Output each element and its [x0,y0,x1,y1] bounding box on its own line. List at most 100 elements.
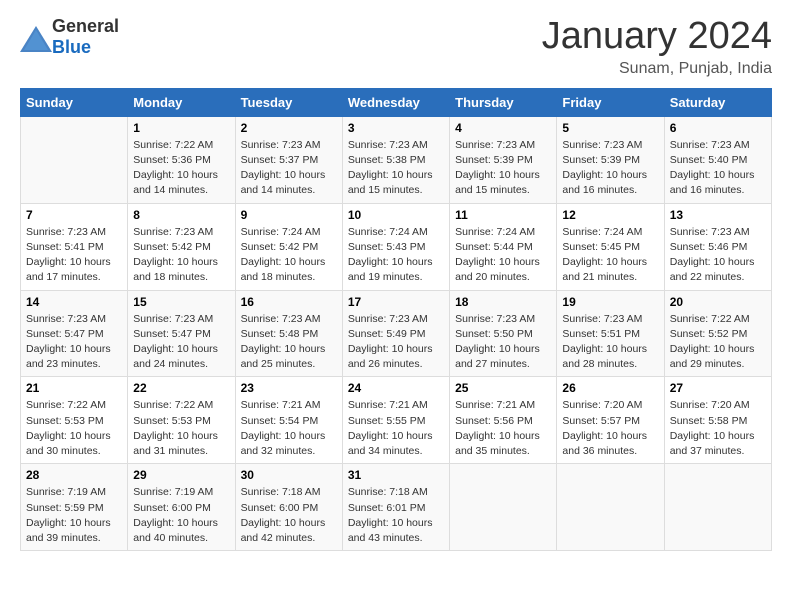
logo-icon [20,26,48,48]
day-info: Sunrise: 7:19 AMSunset: 5:59 PMDaylight:… [26,485,122,546]
day-number: 18 [455,295,551,309]
day-number: 25 [455,381,551,395]
calendar-cell: 18 Sunrise: 7:23 AMSunset: 5:50 PMDayligh… [450,290,557,377]
day-info: Sunrise: 7:24 AMSunset: 5:43 PMDaylight:… [348,225,444,286]
calendar-cell: 13Sunrise: 7:23 AMSunset: 5:46 PMDayligh… [664,203,771,290]
day-info: Sunrise: 7:23 AMSunset: 5:38 PMDaylight:… [348,138,444,199]
logo-general: General [52,16,119,36]
day-info: Sunrise: 7:20 AMSunset: 5:57 PMDaylight:… [562,398,658,459]
day-info: Sunrise: 7:23 AMSunset: 5:39 PMDaylight:… [455,138,551,199]
day-info: Sunrise: 7:18 AMSunset: 6:01 PMDaylight:… [348,485,444,546]
calendar-cell: 20 Sunrise: 7:22 AMSunset: 5:52 PMDayligh… [664,290,771,377]
week-row-1: 1 Sunrise: 7:22 AMSunset: 5:36 PMDaylight… [21,116,772,203]
day-info: Sunrise: 7:23 AMSunset: 5:51 PMDaylight:… [562,312,658,373]
calendar-cell: 11 Sunrise: 7:24 AMSunset: 5:44 PMDayligh… [450,203,557,290]
day-number: 13 [670,208,766,222]
calendar-cell: 12Sunrise: 7:24 AMSunset: 5:45 PMDayligh… [557,203,664,290]
week-row-4: 21 Sunrise: 7:22 AMSunset: 5:53 PMDayligh… [21,377,772,464]
day-number: 31 [348,468,444,482]
calendar-cell: 26 Sunrise: 7:20 AMSunset: 5:57 PMDayligh… [557,377,664,464]
day-number: 21 [26,381,122,395]
day-number: 22 [133,381,229,395]
day-info: Sunrise: 7:23 AMSunset: 5:41 PMDaylight:… [26,225,122,286]
day-info: Sunrise: 7:23 AMSunset: 5:47 PMDaylight:… [26,312,122,373]
weekday-header-wednesday: Wednesday [342,88,449,116]
day-number: 17 [348,295,444,309]
day-number: 27 [670,381,766,395]
calendar-cell: 24 Sunrise: 7:21 AMSunset: 5:55 PMDayligh… [342,377,449,464]
day-number: 4 [455,121,551,135]
day-number: 9 [241,208,337,222]
day-number: 26 [562,381,658,395]
day-info: Sunrise: 7:23 AMSunset: 5:39 PMDaylight:… [562,138,658,199]
day-info: Sunrise: 7:20 AMSunset: 5:58 PMDaylight:… [670,398,766,459]
day-number: 19 [562,295,658,309]
day-number: 5 [562,121,658,135]
day-info: Sunrise: 7:22 AMSunset: 5:53 PMDaylight:… [133,398,229,459]
calendar-cell: 8Sunrise: 7:23 AMSunset: 5:42 PMDaylight… [128,203,235,290]
day-info: Sunrise: 7:22 AMSunset: 5:36 PMDaylight:… [133,138,229,199]
week-row-5: 28 Sunrise: 7:19 AMSunset: 5:59 PMDayligh… [21,464,772,551]
day-number: 15 [133,295,229,309]
day-number: 24 [348,381,444,395]
day-info: Sunrise: 7:19 AMSunset: 6:00 PMDaylight:… [133,485,229,546]
day-info: Sunrise: 7:23 AMSunset: 5:47 PMDaylight:… [133,312,229,373]
calendar-cell: 17 Sunrise: 7:23 AMSunset: 5:49 PMDayligh… [342,290,449,377]
day-info: Sunrise: 7:23 AMSunset: 5:49 PMDaylight:… [348,312,444,373]
month-title: January 2024 [542,16,772,58]
calendar-cell: 27 Sunrise: 7:20 AMSunset: 5:58 PMDayligh… [664,377,771,464]
day-number: 30 [241,468,337,482]
day-info: Sunrise: 7:21 AMSunset: 5:56 PMDaylight:… [455,398,551,459]
day-number: 11 [455,208,551,222]
day-info: Sunrise: 7:21 AMSunset: 5:54 PMDaylight:… [241,398,337,459]
calendar-cell: 10Sunrise: 7:24 AMSunset: 5:43 PMDayligh… [342,203,449,290]
day-info: Sunrise: 7:23 AMSunset: 5:48 PMDaylight:… [241,312,337,373]
weekday-header-sunday: Sunday [21,88,128,116]
calendar-cell: 28 Sunrise: 7:19 AMSunset: 5:59 PMDayligh… [21,464,128,551]
calendar-cell: 15 Sunrise: 7:23 AMSunset: 5:47 PMDayligh… [128,290,235,377]
day-number: 12 [562,208,658,222]
calendar-cell [557,464,664,551]
weekday-header-thursday: Thursday [450,88,557,116]
day-number: 2 [241,121,337,135]
day-info: Sunrise: 7:23 AMSunset: 5:50 PMDaylight:… [455,312,551,373]
logo-text: General Blue [52,16,119,58]
calendar-cell: 25 Sunrise: 7:21 AMSunset: 5:56 PMDayligh… [450,377,557,464]
day-info: Sunrise: 7:23 AMSunset: 5:40 PMDaylight:… [670,138,766,199]
calendar-cell: 14Sunrise: 7:23 AMSunset: 5:47 PMDayligh… [21,290,128,377]
day-info: Sunrise: 7:24 AMSunset: 5:44 PMDaylight:… [455,225,551,286]
day-number: 16 [241,295,337,309]
day-number: 23 [241,381,337,395]
day-info: Sunrise: 7:22 AMSunset: 5:53 PMDaylight:… [26,398,122,459]
calendar-table: SundayMondayTuesdayWednesdayThursdayFrid… [20,88,772,551]
day-info: Sunrise: 7:24 AMSunset: 5:42 PMDaylight:… [241,225,337,286]
day-info: Sunrise: 7:18 AMSunset: 6:00 PMDaylight:… [241,485,337,546]
day-info: Sunrise: 7:23 AMSunset: 5:42 PMDaylight:… [133,225,229,286]
calendar-cell: 31 Sunrise: 7:18 AMSunset: 6:01 PMDayligh… [342,464,449,551]
page-header: General Blue January 2024 Sunam, Punjab,… [20,16,772,78]
day-number: 7 [26,208,122,222]
calendar-cell: 9 Sunrise: 7:24 AMSunset: 5:42 PMDaylight… [235,203,342,290]
calendar-cell [21,116,128,203]
calendar-cell: 5 Sunrise: 7:23 AMSunset: 5:39 PMDaylight… [557,116,664,203]
day-info: Sunrise: 7:22 AMSunset: 5:52 PMDaylight:… [670,312,766,373]
location: Sunam, Punjab, India [542,60,772,78]
day-number: 3 [348,121,444,135]
day-number: 1 [133,121,229,135]
calendar-cell: 6Sunrise: 7:23 AMSunset: 5:40 PMDaylight… [664,116,771,203]
calendar-cell: 29 Sunrise: 7:19 AMSunset: 6:00 PMDayligh… [128,464,235,551]
calendar-cell [450,464,557,551]
weekday-header-row: SundayMondayTuesdayWednesdayThursdayFrid… [21,88,772,116]
calendar-cell: 2Sunrise: 7:23 AMSunset: 5:37 PMDaylight… [235,116,342,203]
calendar-cell: 23 Sunrise: 7:21 AMSunset: 5:54 PMDayligh… [235,377,342,464]
day-info: Sunrise: 7:21 AMSunset: 5:55 PMDaylight:… [348,398,444,459]
calendar-cell [664,464,771,551]
calendar-cell: 30 Sunrise: 7:18 AMSunset: 6:00 PMDayligh… [235,464,342,551]
logo-blue: Blue [52,37,91,57]
calendar-cell: 3 Sunrise: 7:23 AMSunset: 5:38 PMDaylight… [342,116,449,203]
day-number: 29 [133,468,229,482]
calendar-cell: 1 Sunrise: 7:22 AMSunset: 5:36 PMDaylight… [128,116,235,203]
day-number: 28 [26,468,122,482]
day-number: 20 [670,295,766,309]
calendar-cell: 19 Sunrise: 7:23 AMSunset: 5:51 PMDayligh… [557,290,664,377]
